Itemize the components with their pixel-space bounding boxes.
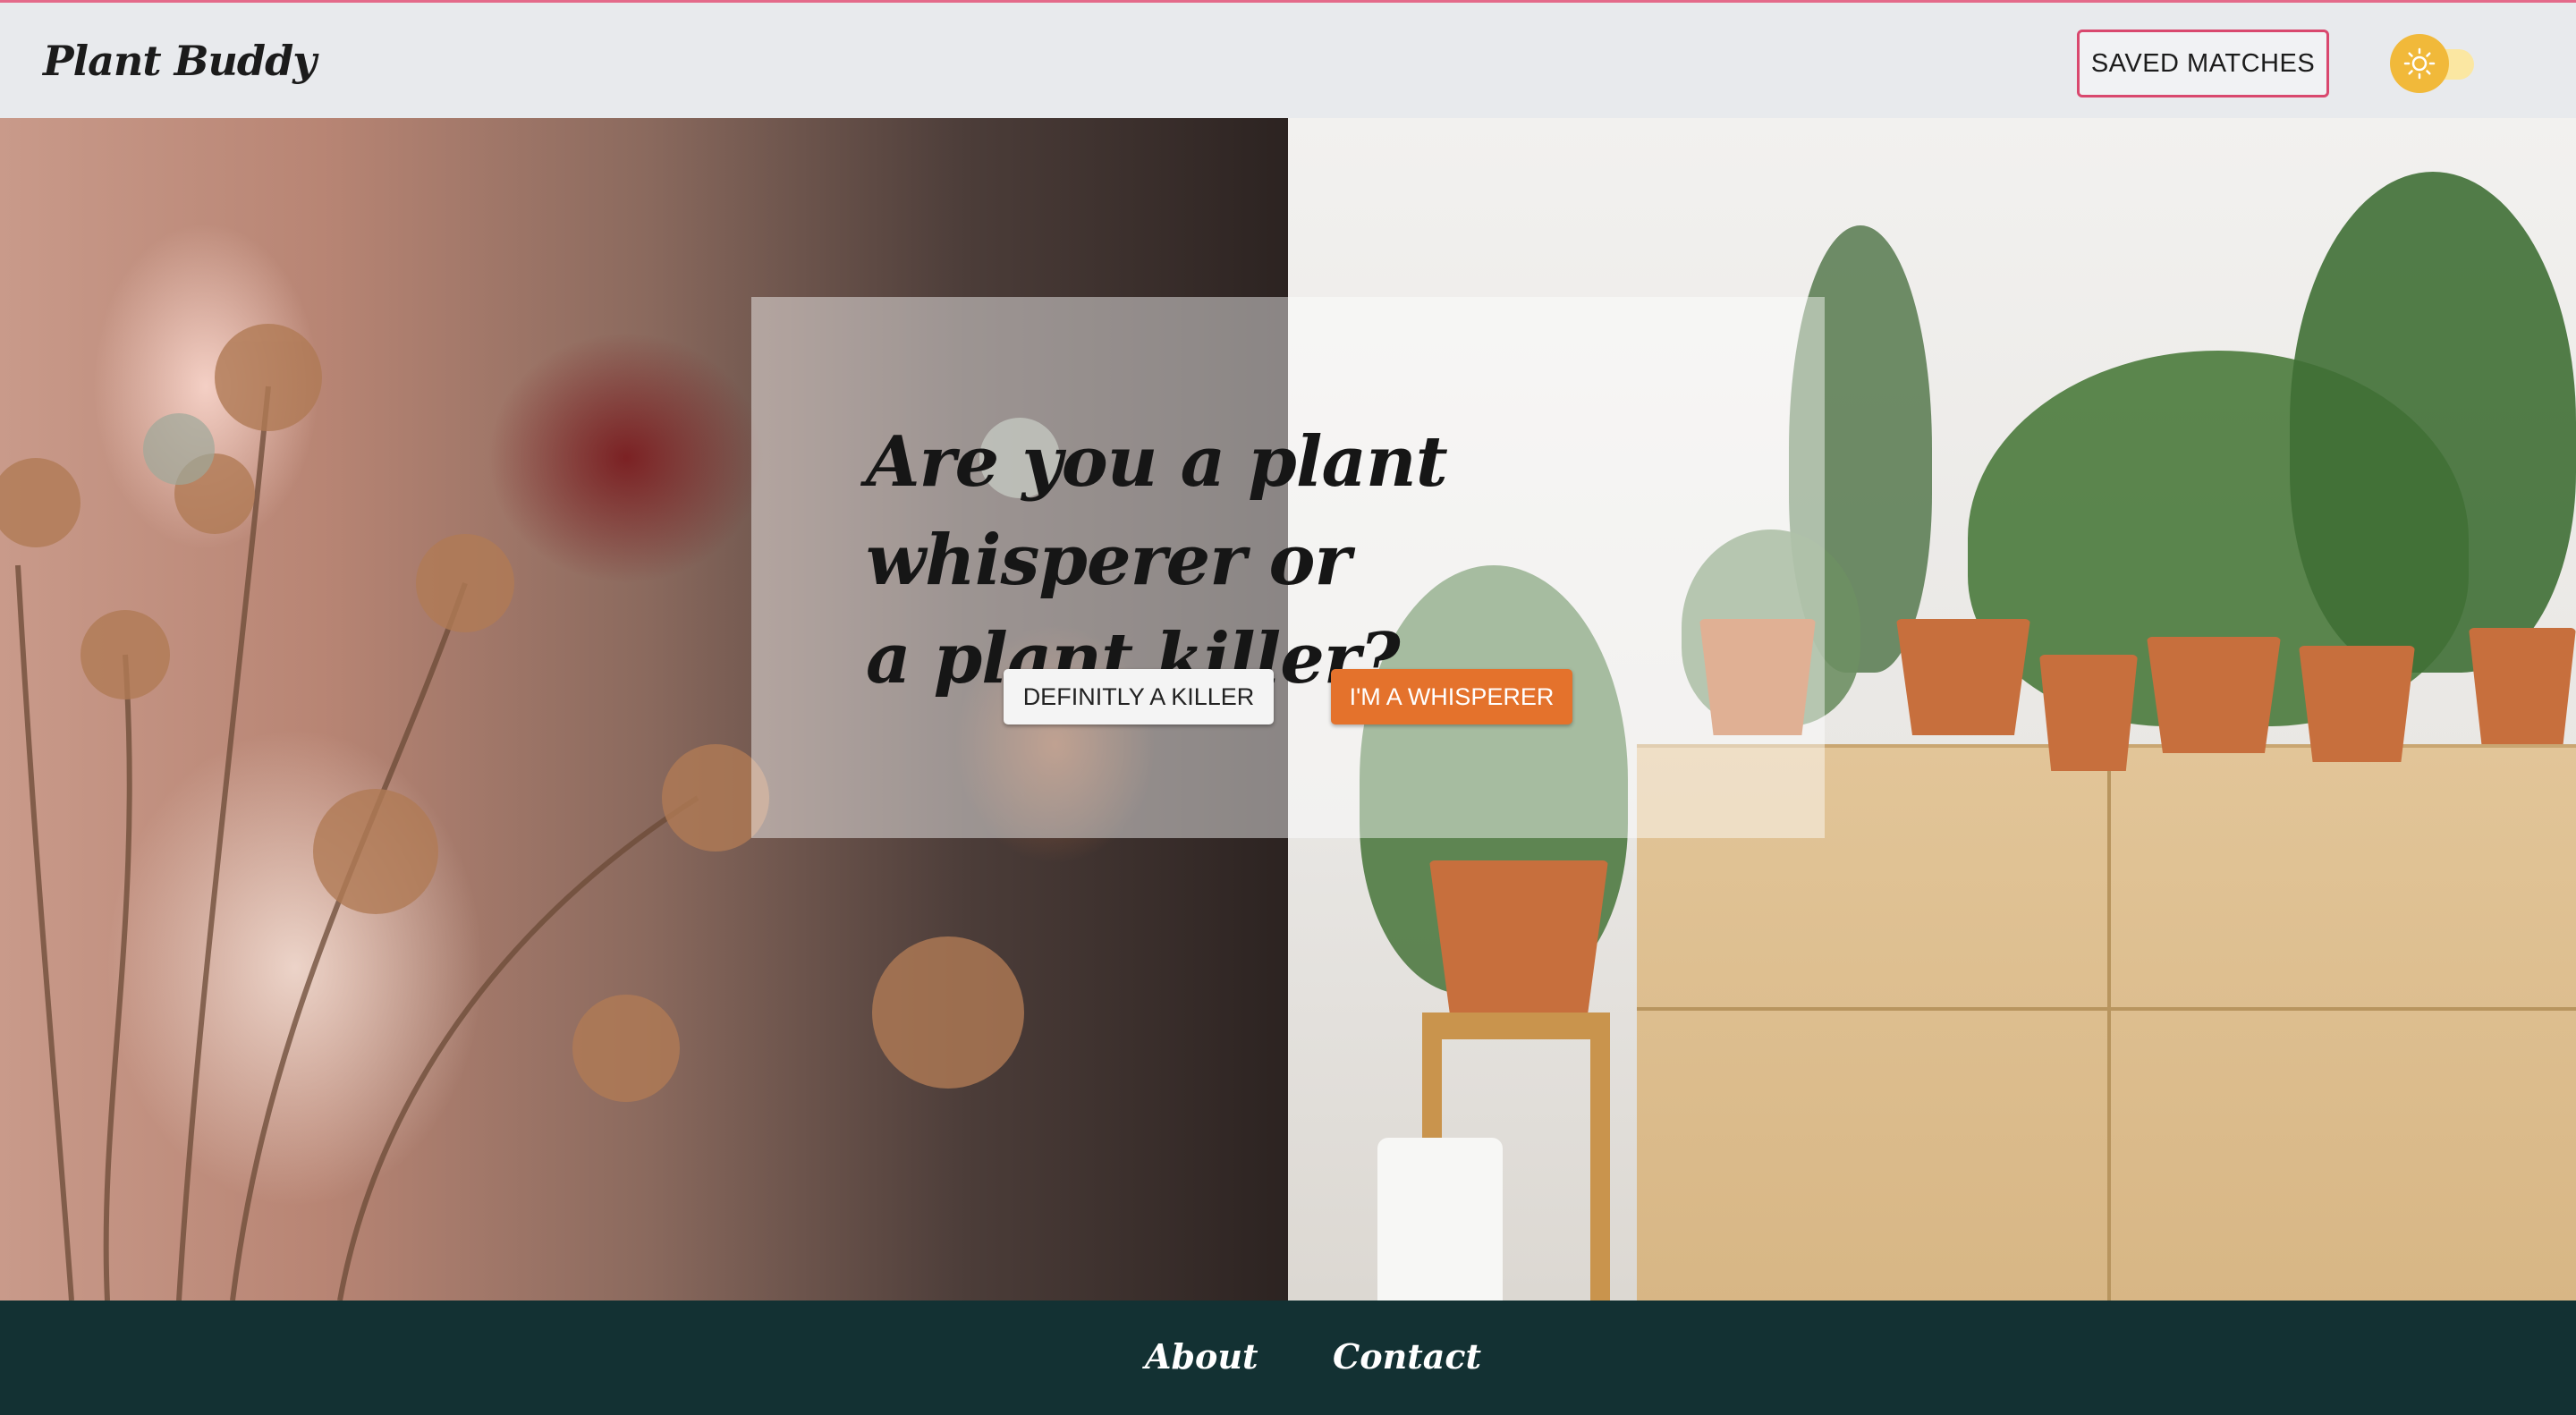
- top-nav: Plant Buddy SAVED MATCHES: [0, 0, 2576, 118]
- plant-killer-button[interactable]: DEFINITLY A KILLER: [1004, 669, 1274, 724]
- headline-line-1: Are you a plant whisperer or: [866, 421, 1448, 601]
- app-logo[interactable]: Plant Buddy: [43, 37, 317, 85]
- plant-whisperer-button[interactable]: I'M A WHISPERER: [1331, 669, 1572, 724]
- saved-matches-button[interactable]: SAVED MATCHES: [2077, 30, 2329, 97]
- footer: About Contact: [0, 1301, 2576, 1415]
- footer-link-contact[interactable]: Contact: [1333, 1336, 1481, 1377]
- theme-toggle[interactable]: [2390, 34, 2479, 93]
- watering-can: [1377, 1138, 1503, 1301]
- sun-icon: [2390, 34, 2449, 93]
- footer-link-about[interactable]: About: [1145, 1336, 1258, 1377]
- hero-section: Are you a plant whisperer or a plant kil…: [0, 118, 2576, 1301]
- hero-headline: Are you a plant whisperer or a plant kil…: [866, 413, 1724, 708]
